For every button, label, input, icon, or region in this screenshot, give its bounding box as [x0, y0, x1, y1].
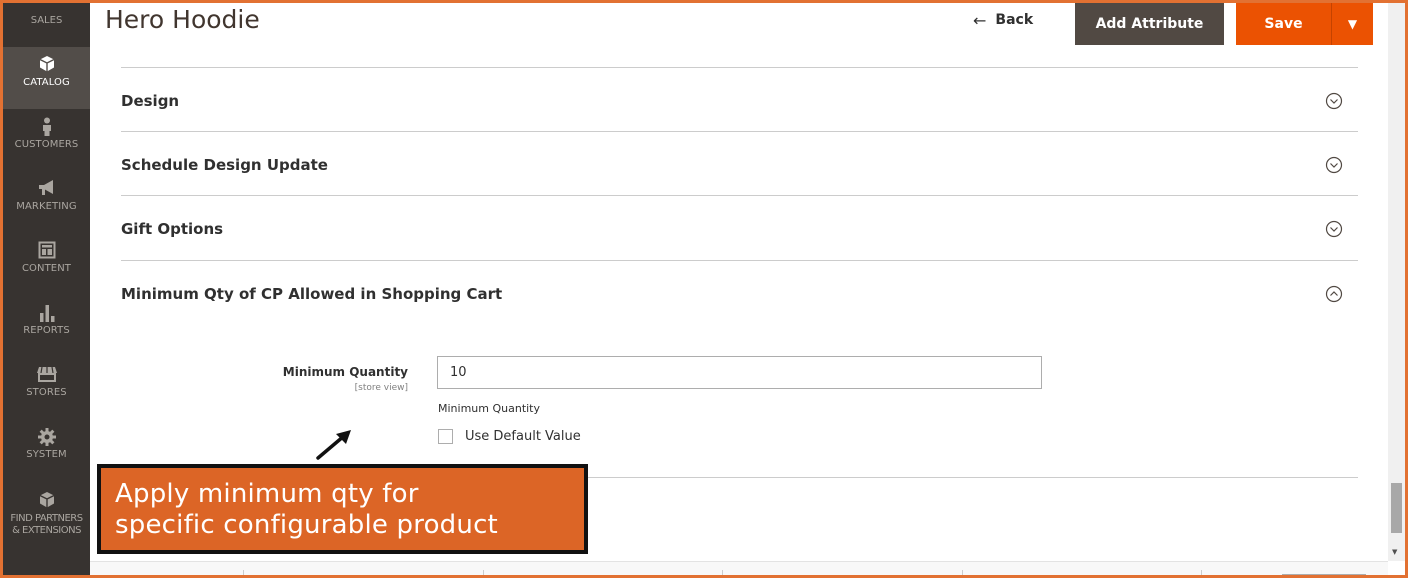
chevron-down-circle-icon[interactable]	[1325, 92, 1343, 110]
section-gift-options-title[interactable]: Gift Options	[121, 219, 223, 239]
person-icon	[3, 117, 90, 139]
chevron-down-circle-icon[interactable]	[1325, 156, 1343, 174]
toolbar-divider	[483, 570, 484, 578]
sidebar-item-label: MARKETING	[16, 201, 77, 212]
section-divider	[121, 195, 1358, 196]
sidebar-item-label: CONTENT	[21, 263, 72, 274]
min-qty-input[interactable]	[437, 356, 1042, 389]
sidebar-item-label: CATALOG	[23, 77, 70, 88]
sidebar-item-stores[interactable]: STORES	[3, 357, 90, 419]
sidebar-item-label: CUSTOMERS	[14, 139, 79, 150]
sidebar-item-label: SALES	[30, 15, 63, 26]
sidebar-item-marketing[interactable]: MARKETING	[3, 171, 90, 233]
chevron-up-circle-icon[interactable]	[1325, 285, 1343, 303]
sidebar-item-label: STORES	[26, 387, 67, 398]
save-options-toggle[interactable]: ▼	[1331, 3, 1373, 45]
toolbar-divider	[962, 570, 963, 578]
add-attribute-button[interactable]: Add Attribute	[1075, 3, 1224, 45]
scroll-down-arrow-icon[interactable]: ▼	[1392, 548, 1397, 556]
min-qty-note: Minimum Quantity	[438, 402, 541, 415]
section-min-qty-title[interactable]: Minimum Qty of CP Allowed in Shopping Ca…	[121, 284, 502, 304]
scrollbar-thumb[interactable]	[1391, 483, 1402, 533]
back-label: Back	[995, 12, 1034, 28]
partners-cube-icon	[3, 491, 90, 513]
sidebar-item-find-partners[interactable]: FIND PARTNERS & EXTENSIONS	[3, 483, 90, 553]
bar-chart-icon	[3, 303, 90, 325]
caret-down-icon: ▼	[1347, 17, 1358, 31]
arrow-left-icon: ←	[973, 10, 987, 30]
section-design-title[interactable]: Design	[121, 91, 179, 111]
sidebar-item-label-line1: FIND PARTNERS	[10, 513, 83, 524]
toolbar-divider	[1201, 570, 1202, 578]
save-button[interactable]: Save	[1236, 3, 1331, 45]
annotation-callout: Apply minimum qty for specific configura…	[97, 464, 588, 554]
page-title: Hero Hoodie	[105, 5, 260, 34]
sidebar-item-label-line2: & EXTENSIONS	[12, 525, 81, 536]
save-button-group: Save ▼	[1236, 3, 1373, 45]
sidebar-item-label: SYSTEM	[26, 449, 67, 460]
vertical-scrollbar[interactable]	[1388, 3, 1405, 561]
min-qty-label: Minimum Quantity	[282, 365, 408, 379]
section-divider	[121, 131, 1358, 132]
min-qty-scope: [store view]	[354, 383, 408, 393]
sidebar-item-sales[interactable]: SALES	[3, 3, 90, 47]
sidebar-item-reports[interactable]: REPORTS	[3, 295, 90, 357]
section-divider	[121, 260, 1358, 261]
section-divider	[121, 67, 1358, 68]
chevron-down-circle-icon[interactable]	[1325, 220, 1343, 238]
annotation-line-2: specific configurable product	[115, 510, 498, 540]
use-default-label[interactable]: Use Default Value	[465, 429, 581, 445]
sidebar-item-customers[interactable]: CUSTOMERS	[3, 109, 90, 171]
bottom-partial-button[interactable]	[1282, 574, 1366, 578]
toolbar-divider	[243, 570, 244, 578]
section-schedule-design-update-title[interactable]: Schedule Design Update	[121, 155, 328, 175]
cube-icon	[3, 55, 90, 77]
sidebar-item-system[interactable]: SYSTEM	[3, 419, 90, 481]
bottom-toolbar	[90, 561, 1388, 575]
toolbar-divider	[722, 570, 723, 578]
annotation-line-1: Apply minimum qty for	[115, 479, 419, 509]
admin-sidebar: SALES CATALOG CUSTOMERS MARKETING CONTEN…	[3, 3, 90, 575]
sidebar-item-catalog[interactable]: CATALOG	[3, 47, 90, 109]
use-default-checkbox[interactable]	[438, 429, 453, 444]
sidebar-item-label: REPORTS	[23, 325, 70, 336]
gear-icon	[3, 427, 90, 449]
back-button[interactable]: ← Back	[973, 10, 1033, 30]
megaphone-icon	[3, 179, 90, 201]
layout-icon	[3, 241, 90, 263]
callout-arrow-icon	[316, 430, 351, 460]
storefront-icon	[3, 365, 90, 387]
sidebar-item-content[interactable]: CONTENT	[3, 233, 90, 295]
